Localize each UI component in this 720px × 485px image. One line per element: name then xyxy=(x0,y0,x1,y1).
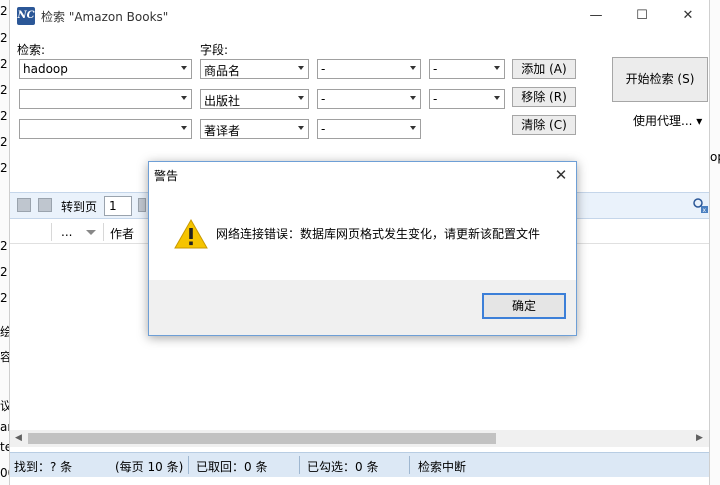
bg-fragment: 2 xyxy=(0,57,8,71)
dropdown-arrow-icon xyxy=(410,126,416,130)
maximize-button[interactable]: ☐ xyxy=(619,0,665,31)
bg-fragment: 2 xyxy=(0,83,8,97)
bg-fragment: 绘 xyxy=(0,325,9,339)
svg-text:x: x xyxy=(703,207,707,213)
warning-icon xyxy=(174,218,208,250)
remove-button[interactable]: 移除 (R) xyxy=(512,87,576,107)
operator-value: - xyxy=(321,122,326,136)
column-header-author[interactable]: 作者 xyxy=(110,225,134,242)
bg-fragment: 2 xyxy=(0,161,8,175)
minimize-button[interactable]: — xyxy=(573,0,619,31)
dropdown-arrow-icon xyxy=(298,126,304,130)
query-label: 检索: xyxy=(17,43,46,57)
warning-dialog: 警告 ✕ 网络连接错误：数据库网页格式发生变化，请更新该配置文件 确定 xyxy=(148,161,577,336)
status-fetched: 已取回：0 条 xyxy=(196,460,268,474)
column-separator xyxy=(51,223,52,241)
logic-combo-2[interactable]: - xyxy=(429,89,505,109)
status-per-page: (每页 10 条) xyxy=(115,460,184,474)
ok-button[interactable]: 确定 xyxy=(482,293,566,319)
field-label: 字段: xyxy=(200,43,229,57)
proxy-menu[interactable]: 使用代理... ▾ xyxy=(633,112,702,129)
clear-button[interactable]: 清除 (C) xyxy=(512,115,576,135)
prev-page-icon[interactable] xyxy=(17,198,31,212)
logic-value: - xyxy=(433,92,438,106)
dialog-title: 警告 xyxy=(154,169,179,183)
dropdown-arrow-icon xyxy=(410,96,416,100)
dropdown-arrow-icon xyxy=(410,66,416,70)
status-separator xyxy=(299,456,300,474)
bg-fragment: an xyxy=(0,420,9,434)
status-bar: 找到：? 条 (每页 10 条) 已取回：0 条 已勾选：0 条 检索中断 xyxy=(10,452,709,477)
status-state: 检索中断 xyxy=(418,460,467,474)
operator-value: - xyxy=(321,92,326,106)
app-icon: NC xyxy=(17,7,35,25)
scroll-right-icon[interactable]: ▶ xyxy=(696,433,703,443)
scrollbar-thumb[interactable] xyxy=(28,433,496,444)
bg-fragment: te xyxy=(0,440,9,454)
operator-combo-3[interactable]: - xyxy=(317,119,421,139)
goto-page-icon[interactable] xyxy=(138,198,146,212)
field-value: 出版社 xyxy=(204,94,241,108)
bg-fragment: 容 xyxy=(0,350,9,364)
add-button[interactable]: 添加 (A) xyxy=(512,59,576,79)
operator-value: - xyxy=(321,62,326,76)
bg-fragment: 2 xyxy=(0,265,8,279)
goto-page-label: 转到页 xyxy=(61,200,98,214)
operator-combo-1[interactable]: - xyxy=(317,59,421,79)
status-checked: 已勾选：0 条 xyxy=(307,460,379,474)
bg-fragment: 2 xyxy=(0,135,8,149)
logic-value: - xyxy=(433,62,438,76)
dropdown-arrow-icon xyxy=(298,66,304,70)
scroll-left-icon[interactable]: ◀ xyxy=(15,433,22,443)
query-value: hadoop xyxy=(23,62,68,76)
query-combo-1[interactable]: hadoop xyxy=(19,59,192,79)
field-combo-2[interactable]: 出版社 xyxy=(200,89,309,109)
status-separator xyxy=(188,456,189,474)
background-window-edge: 2 2 2 2 2 2 2 2 2 2 绘 容 议 an te 00 xyxy=(0,0,9,485)
dropdown-arrow-icon xyxy=(494,66,500,70)
bg-fragment: 2 xyxy=(0,4,8,18)
query-combo-3[interactable] xyxy=(19,119,192,139)
bg-fragment: 2 xyxy=(0,31,8,45)
close-button[interactable]: ✕ xyxy=(665,0,711,31)
field-value: 商品名 xyxy=(204,64,241,78)
window-title: 检索 "Amazon Books" xyxy=(41,10,169,24)
bg-fragment: 2 xyxy=(0,291,8,305)
bg-fragment: 2 xyxy=(0,239,8,253)
logic-combo-1[interactable]: - xyxy=(429,59,505,79)
background-window-edge-right: op xyxy=(710,0,720,485)
column-separator xyxy=(103,223,104,241)
dialog-message: 网络连接错误：数据库网页格式发生变化，请更新该配置文件 xyxy=(216,227,541,241)
dropdown-arrow-icon xyxy=(181,96,187,100)
status-found: 找到：? 条 xyxy=(14,460,73,474)
query-combo-2[interactable] xyxy=(19,89,192,109)
dropdown-arrow-icon xyxy=(181,66,187,70)
dialog-footer: 确定 xyxy=(149,280,576,335)
operator-combo-2[interactable]: - xyxy=(317,89,421,109)
start-search-button[interactable]: 开始检索 (S) xyxy=(612,57,708,102)
sort-arrow-icon[interactable] xyxy=(86,230,96,235)
bg-fragment: 00 xyxy=(0,466,9,480)
field-value: 著译者 xyxy=(204,124,241,138)
dropdown-arrow-icon xyxy=(298,96,304,100)
search-clear-icon[interactable]: x xyxy=(692,197,708,214)
title-bar: NC 检索 "Amazon Books" — ☐ ✕ xyxy=(10,0,709,31)
next-page-icon[interactable] xyxy=(38,198,52,212)
status-separator xyxy=(409,456,410,474)
bg-fragment: 议 xyxy=(0,399,9,413)
field-combo-3[interactable]: 著译者 xyxy=(200,119,309,139)
bg-fragment: op xyxy=(710,150,720,164)
dialog-close-button[interactable]: ✕ xyxy=(546,162,576,188)
column-header-select[interactable]: ... xyxy=(61,225,72,239)
dropdown-arrow-icon xyxy=(494,96,500,100)
bg-fragment: 2 xyxy=(0,109,8,123)
dropdown-arrow-icon xyxy=(181,126,187,130)
field-combo-1[interactable]: 商品名 xyxy=(200,59,309,79)
horizontal-scrollbar[interactable]: ◀ ▶ xyxy=(10,430,709,447)
page-number-input[interactable]: 1 xyxy=(104,196,132,216)
